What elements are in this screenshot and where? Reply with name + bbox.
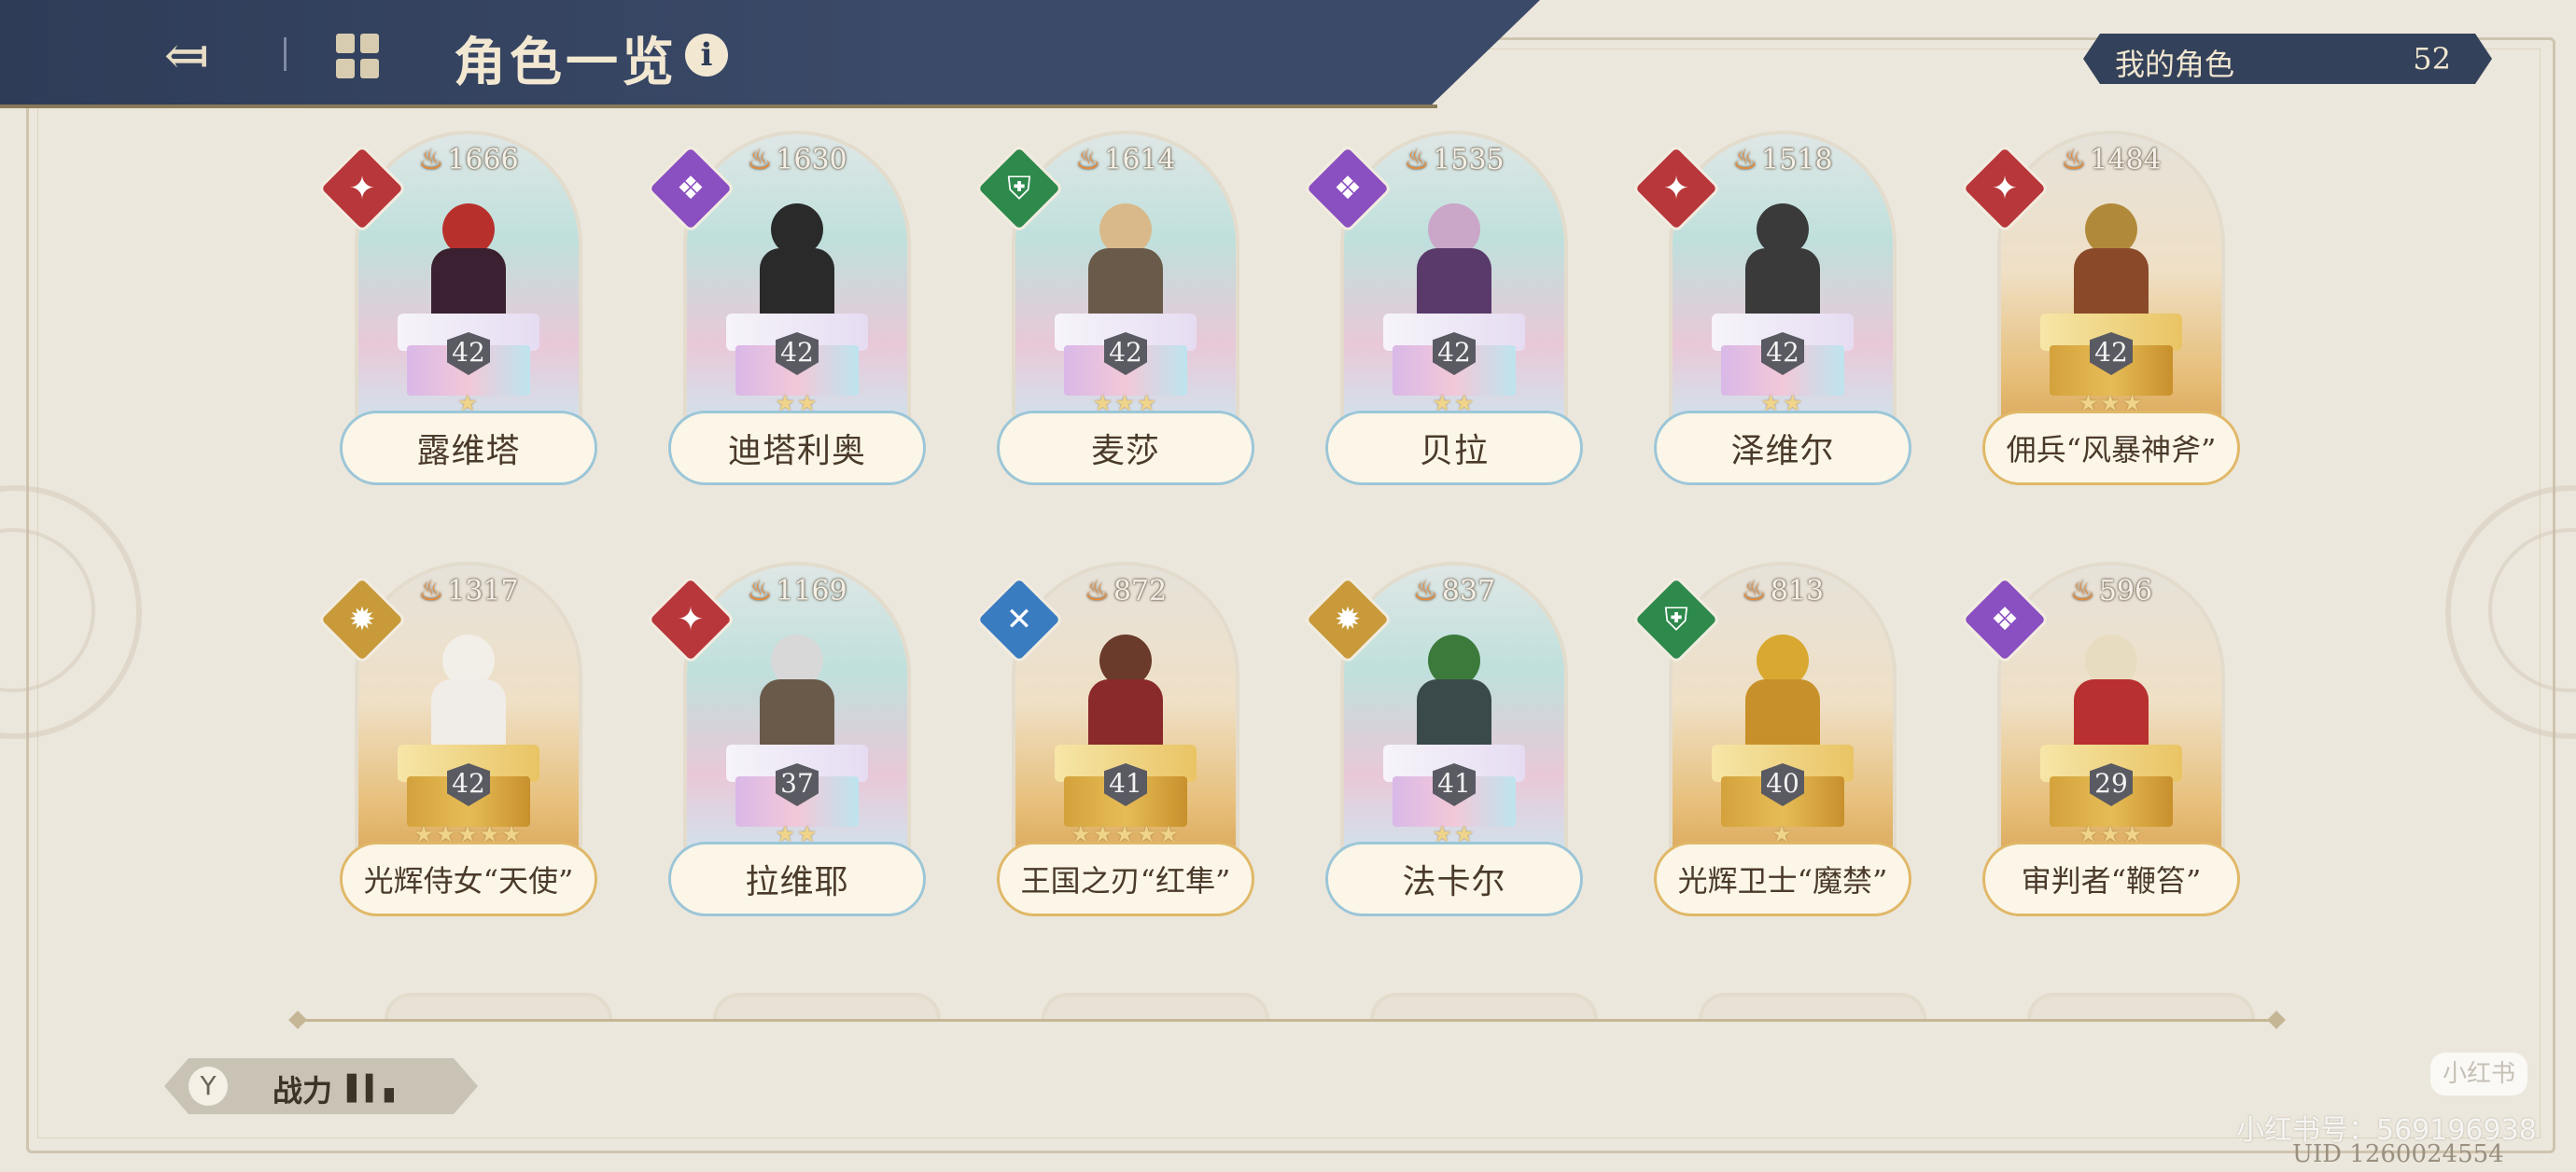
character-card[interactable]: ♨ 813 40 ★ 光辉卫士“魔禁” ⛨ [1631, 562, 1911, 926]
my-characters-label: 我的角色 [2115, 47, 2235, 82]
character-card[interactable]: ♨ 1614 42 ★★★ 麦莎 ⛨ [973, 131, 1254, 495]
character-name: 佣兵“风暴神斧” [1982, 411, 2240, 485]
character-card[interactable]: ♨ 1169 37 ★★ 拉维耶 ✦ [645, 562, 926, 926]
character-name: 麦莎 [997, 411, 1254, 485]
header-edge [0, 105, 1437, 108]
power-number: 1614 [1104, 144, 1176, 176]
sprite-body [2074, 679, 2149, 754]
sort-power-button[interactable]: Y 战力 ▌▍▖ [164, 1058, 478, 1114]
sprite-body [1417, 248, 1491, 323]
power-number: 1169 [776, 575, 847, 607]
power-number: 1630 [776, 144, 847, 176]
sort-bars-icon: ▌▍▖ [347, 1075, 403, 1103]
flame-icon: ♨ [1404, 144, 1430, 176]
flame-icon: ♨ [2069, 575, 2095, 607]
flame-icon: ♨ [418, 575, 444, 607]
character-sprite [2046, 618, 2177, 758]
flame-icon: ♨ [1741, 575, 1767, 607]
divider-cap-right [2267, 1011, 2286, 1029]
scroll-divider [293, 1019, 2283, 1022]
flame-icon: ♨ [1075, 144, 1101, 176]
card-peek [1699, 993, 1926, 1019]
character-sprite [1389, 187, 1519, 327]
power-number: 813 [1770, 575, 1825, 607]
character-sprite [403, 618, 534, 758]
sprite-body [760, 679, 834, 754]
flame-icon: ♨ [2061, 144, 2087, 176]
card-peek [1042, 993, 1269, 1019]
character-name: 露维塔 [340, 411, 597, 485]
sort-label: 战力 [273, 1073, 333, 1109]
flame-icon: ♨ [1084, 575, 1110, 607]
sprite-body [431, 679, 506, 754]
card-peek [713, 993, 941, 1019]
character-card[interactable]: ♨ 1630 42 ★★ 迪塔利奥 ❖ [645, 131, 926, 495]
power-number: 596 [2098, 575, 2153, 607]
flame-icon: ♨ [747, 575, 773, 607]
card-peek [1370, 993, 1598, 1019]
character-name: 贝拉 [1325, 411, 1583, 485]
character-card[interactable]: ♨ 1317 42 ★★★★★ 光辉侍女“天使” ✹ [316, 562, 597, 926]
character-name: 泽维尔 [1654, 411, 1911, 485]
power-number: 837 [1441, 575, 1496, 607]
character-name: 光辉卫士“魔禁” [1654, 842, 1911, 916]
character-sprite [1060, 618, 1191, 758]
character-card[interactable]: ♨ 1484 42 ★★★ 佣兵“风暴神斧” ✦ [1959, 131, 2240, 495]
flame-icon: ♨ [747, 144, 773, 176]
character-card[interactable]: ♨ 596 29 ★★★ 审判者“鞭笞” ❖ [1959, 562, 2240, 926]
character-card[interactable]: ♨ 1666 42 ★ 露维塔 ✦ [316, 131, 597, 495]
filter-icon[interactable]: Y [189, 1067, 228, 1106]
page-title: 角色一览 [454, 32, 678, 93]
flame-icon: ♨ [1412, 575, 1438, 607]
power-number: 1666 [447, 144, 519, 176]
character-card[interactable]: ♨ 837 41 ★★ 法卡尔 ✹ [1302, 562, 1583, 926]
character-card[interactable]: ♨ 1518 42 ★★ 泽维尔 ✦ [1631, 131, 1911, 495]
character-name: 王国之刃“红隼” [997, 842, 1254, 916]
divider-cap-left [288, 1011, 307, 1029]
sprite-body [760, 248, 834, 323]
flame-icon: ♨ [1732, 144, 1758, 176]
my-characters-badge: 我的角色 52 [2083, 34, 2492, 84]
info-icon[interactable]: i [685, 34, 728, 77]
character-card[interactable]: ♨ 872 41 ★★★★★ 王国之刃“红隼” ✕ [973, 562, 1254, 926]
sprite-body [1088, 248, 1163, 323]
power-number: 1317 [447, 575, 519, 607]
my-characters-count: 52 [2413, 41, 2451, 77]
character-card[interactable]: ♨ 1535 42 ★★ 贝拉 ❖ [1302, 131, 1583, 495]
power-number: 1484 [2090, 144, 2162, 176]
character-sprite [1060, 187, 1191, 327]
header-bar [0, 0, 1540, 108]
power-number: 1518 [1761, 144, 1833, 176]
grid-icon[interactable] [336, 34, 381, 78]
ornament-right [2445, 485, 2576, 739]
watermark-badge: 小红书 [2430, 1053, 2527, 1095]
character-sprite [1389, 618, 1519, 758]
character-sprite [1717, 187, 1848, 327]
sprite-body [1088, 679, 1163, 754]
character-sprite [2046, 187, 2177, 327]
power-number: 1535 [1433, 144, 1505, 176]
sprite-body [2074, 248, 2149, 323]
sprite-body [431, 248, 506, 323]
uid-label: UID 1260024554 [2292, 1140, 2504, 1168]
power-number: 872 [1113, 575, 1168, 607]
sprite-body [1745, 248, 1820, 323]
character-sprite [732, 618, 862, 758]
ornament-left [0, 485, 142, 739]
sprite-body [1417, 679, 1491, 754]
header-separator [284, 37, 287, 71]
character-name: 法卡尔 [1325, 842, 1583, 916]
back-arrow-icon[interactable]: ⤆ [149, 22, 224, 88]
flame-icon: ♨ [418, 144, 444, 176]
character-sprite [403, 187, 534, 327]
character-name: 迪塔利奥 [668, 411, 926, 485]
character-sprite [732, 187, 862, 327]
card-peek [385, 993, 612, 1019]
character-name: 拉维耶 [668, 842, 926, 916]
character-name: 光辉侍女“天使” [340, 842, 597, 916]
card-peek [2027, 993, 2255, 1019]
sprite-body [1745, 679, 1820, 754]
character-name: 审判者“鞭笞” [1982, 842, 2240, 916]
character-sprite [1717, 618, 1848, 758]
